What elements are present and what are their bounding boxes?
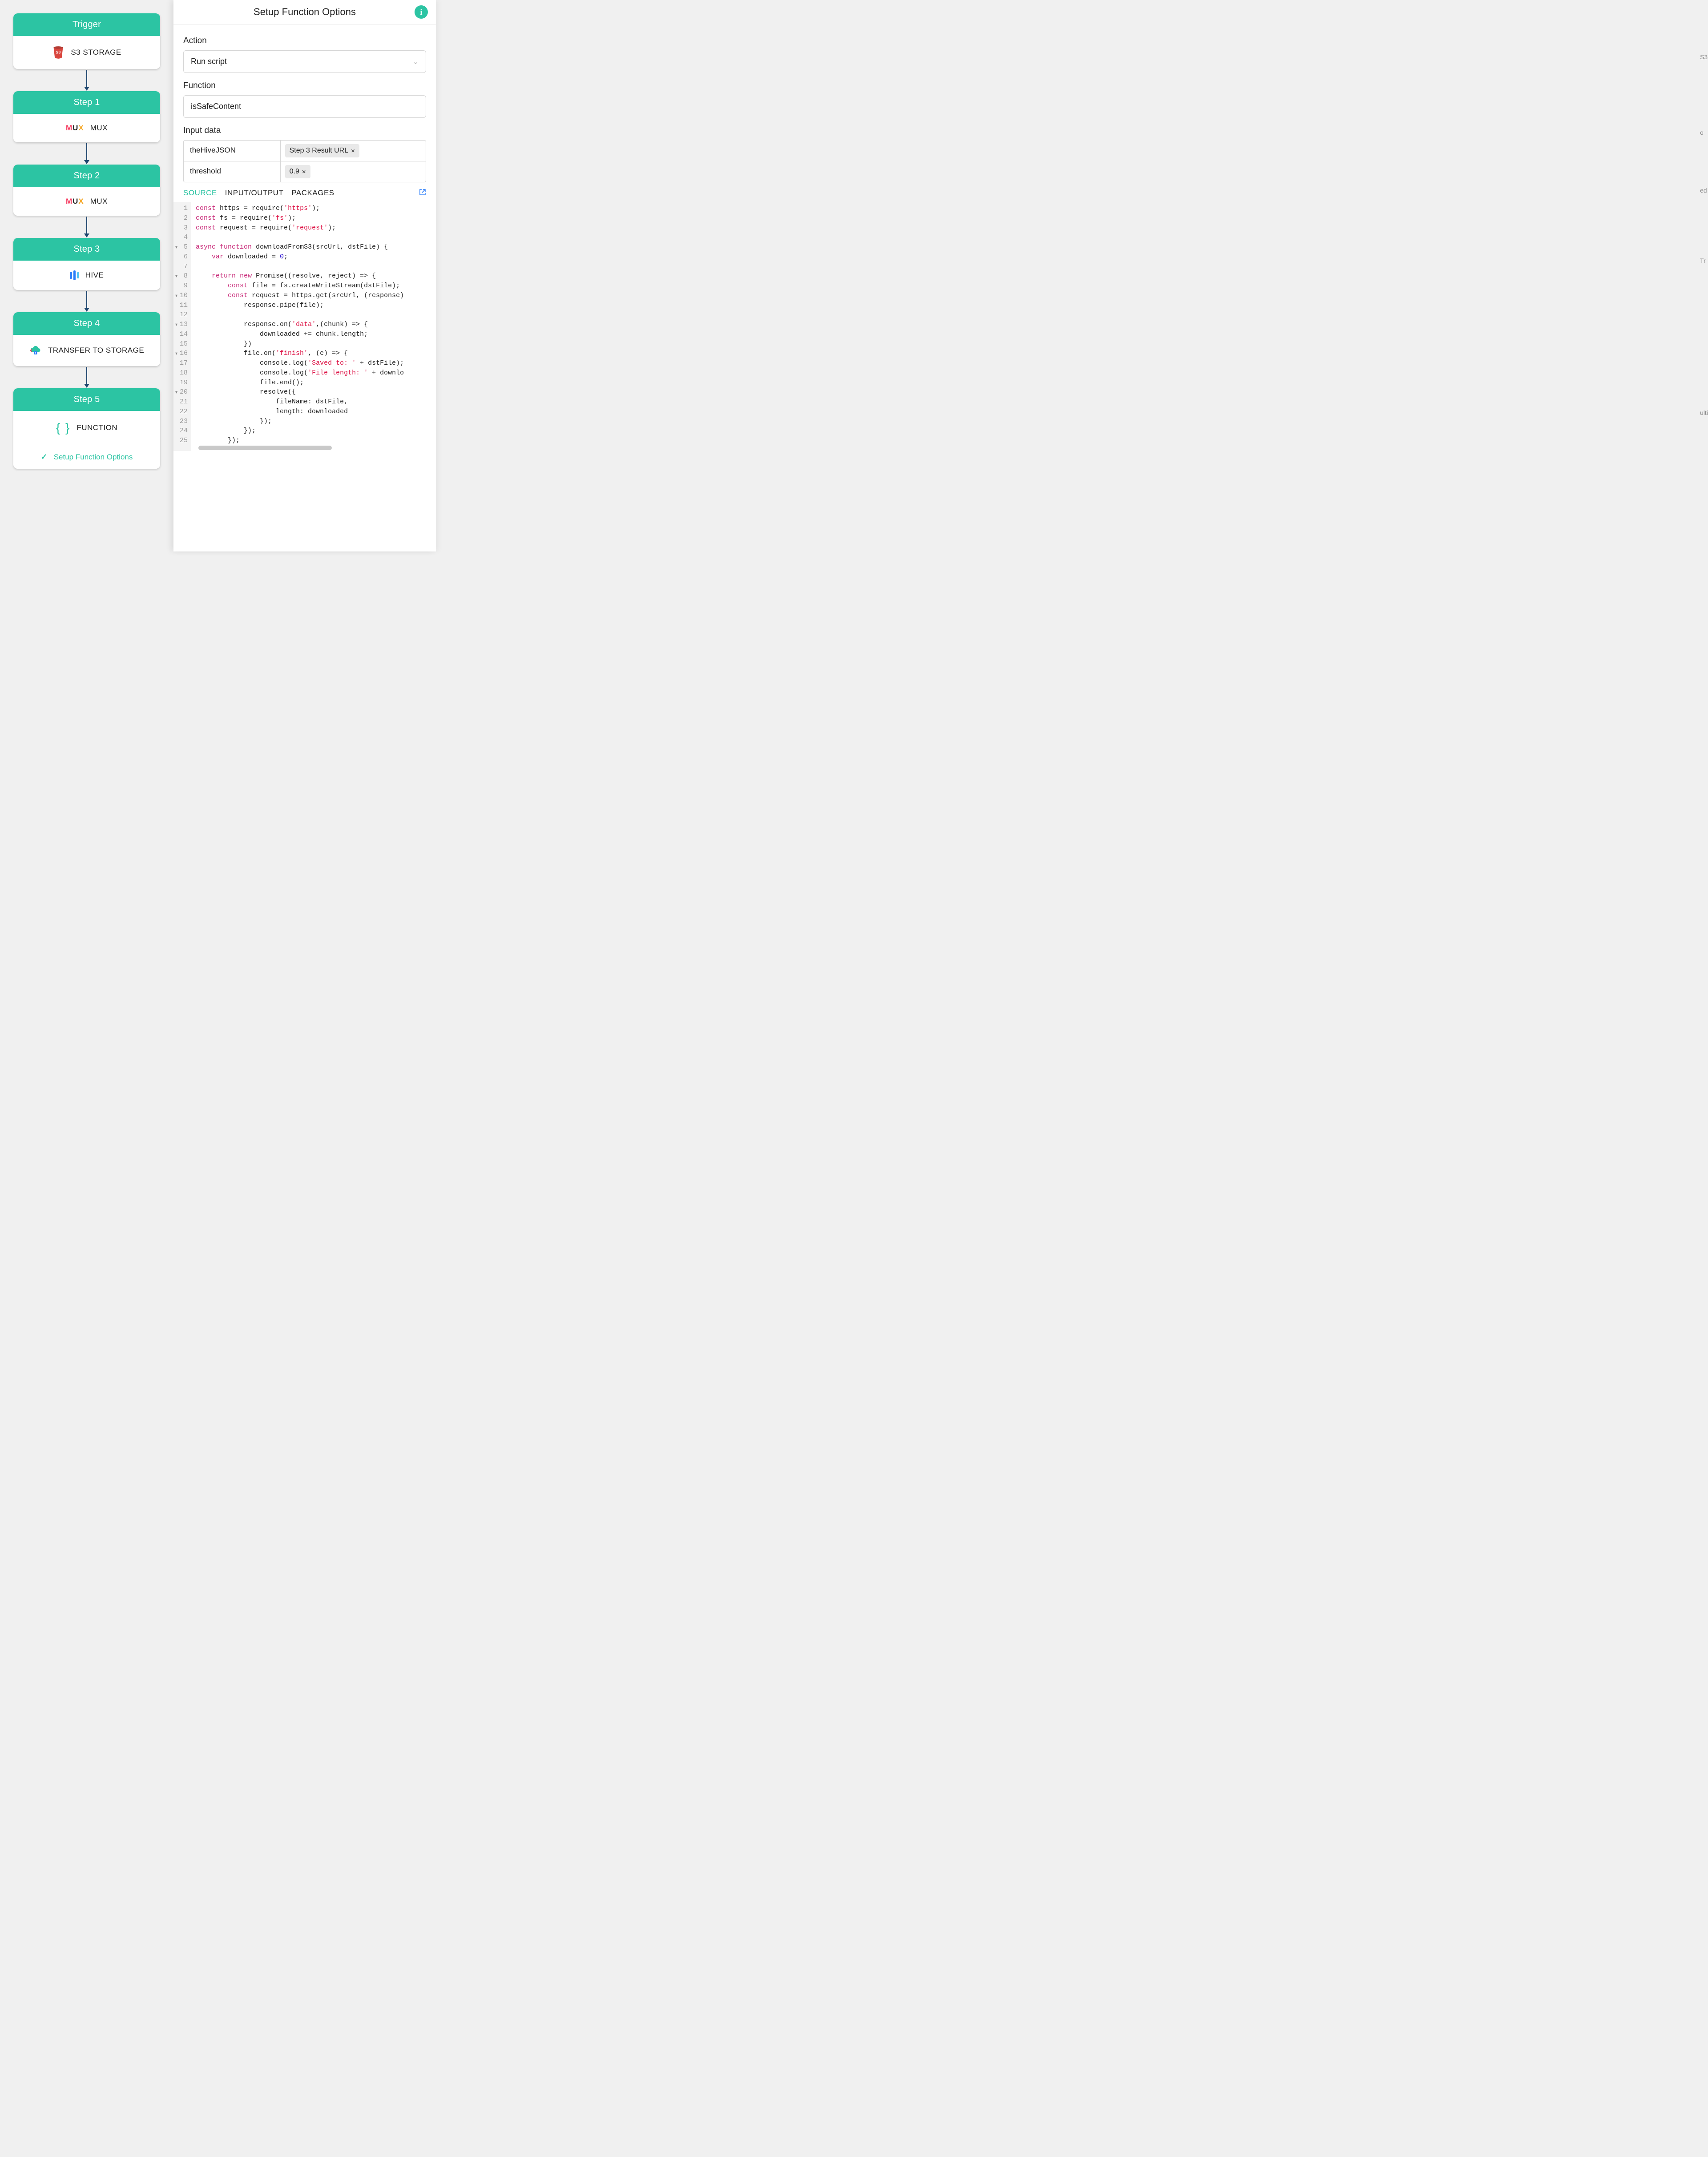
tab-packages[interactable]: PACKAGES [291,189,334,197]
chip-remove-icon[interactable]: × [351,147,355,155]
function-input[interactable]: isSafeContent [183,95,426,118]
step-title: Step 2 [13,165,160,187]
peek-text: o [1700,129,1708,136]
input-value-cell[interactable]: Step 3 Result URL × [281,141,426,161]
action-label: Action [183,36,426,46]
step-3-card[interactable]: Step 3 HIVE [13,238,160,290]
input-value-cell[interactable]: 0.9 × [281,161,426,182]
popout-icon[interactable] [419,189,426,198]
svg-text:S3: S3 [56,50,61,55]
step-service-label: HIVE [85,271,104,280]
step-1-card[interactable]: Step 1 MUX MUX [13,91,160,142]
horizontal-scrollbar[interactable] [198,446,332,450]
function-value: isSafeContent [191,102,241,111]
trigger-card[interactable]: Trigger S3 S3 STORAGE [13,13,160,69]
step-service-label: TRANSFER TO STORAGE [48,346,144,355]
mux-icon: MUX [66,124,84,133]
action-value: Run script [191,57,227,66]
input-row: theHiveJSON Step 3 Result URL × [184,141,426,161]
step-title: Step 5 [13,388,160,411]
chip-label: 0.9 [290,168,299,176]
step-title: Step 4 [13,312,160,335]
action-select[interactable]: Run script ⌄ [183,50,426,73]
connector-arrow-icon [86,70,87,90]
info-button[interactable]: i [415,5,428,19]
peek-text: ulti [1700,409,1708,416]
config-panel: Setup Function Options i Action Run scri… [173,0,436,551]
input-key[interactable]: theHiveJSON [184,141,281,161]
peek-text: Tr [1700,257,1708,264]
trigger-service-label: S3 STORAGE [71,48,121,57]
connector-arrow-icon [86,143,87,164]
chip-remove-icon[interactable]: × [302,168,306,176]
editor-gutter: 1234567891011121314151617181920212223242… [173,202,191,451]
step-2-card[interactable]: Step 2 MUX MUX [13,165,160,216]
tab-source[interactable]: SOURCE [183,189,217,197]
step-4-card[interactable]: Step 4 TRANSFER TO STORAGE [13,312,160,366]
editor-code[interactable]: const https = require('https');const fs … [191,202,436,451]
mux-icon: MUX [66,197,84,206]
step-title: Step 3 [13,238,160,261]
input-data-table: theHiveJSON Step 3 Result URL × threshol… [183,140,426,182]
panel-title: Setup Function Options [254,6,356,18]
check-icon: ✓ [41,452,48,462]
chip-label: Step 3 Result URL [290,147,349,155]
value-chip[interactable]: Step 3 Result URL × [285,144,359,157]
step-service-label: MUX [90,124,108,133]
chevron-down-icon: ⌄ [413,57,419,66]
peek-text: ed [1700,187,1708,194]
step-5-card[interactable]: Step 5 { } FUNCTION ✓ Setup Function Opt… [13,388,160,469]
function-label: Function [183,81,426,91]
step-substep-label: Setup Function Options [54,453,133,462]
connector-arrow-icon [86,217,87,237]
workflow-canvas: Trigger S3 S3 STORAGE Step 1 MUX MUX Ste… [0,0,173,551]
panel-header: Setup Function Options i [173,0,436,24]
code-tabs: SOURCE INPUT/OUTPUT PACKAGES [173,182,436,202]
input-data-label: Input data [183,126,426,136]
input-row: threshold 0.9 × [184,161,426,182]
s3-icon: S3 [52,46,64,59]
step-substep[interactable]: ✓ Setup Function Options [13,445,160,469]
trigger-body: S3 S3 STORAGE [13,36,160,69]
cloud-transfer-icon [29,345,42,356]
connector-arrow-icon [86,367,87,387]
step-title: Step 1 [13,91,160,114]
value-chip[interactable]: 0.9 × [285,165,310,178]
tab-input-output[interactable]: INPUT/OUTPUT [225,189,284,197]
peek-text: S3 [1700,53,1708,60]
trigger-title: Trigger [13,13,160,36]
hive-icon [70,270,79,280]
step-service-label: MUX [90,197,108,206]
braces-icon: { } [56,421,70,435]
step-service-label: FUNCTION [77,423,117,432]
connector-arrow-icon [86,291,87,311]
input-key[interactable]: threshold [184,161,281,182]
code-editor[interactable]: 1234567891011121314151617181920212223242… [173,202,436,451]
